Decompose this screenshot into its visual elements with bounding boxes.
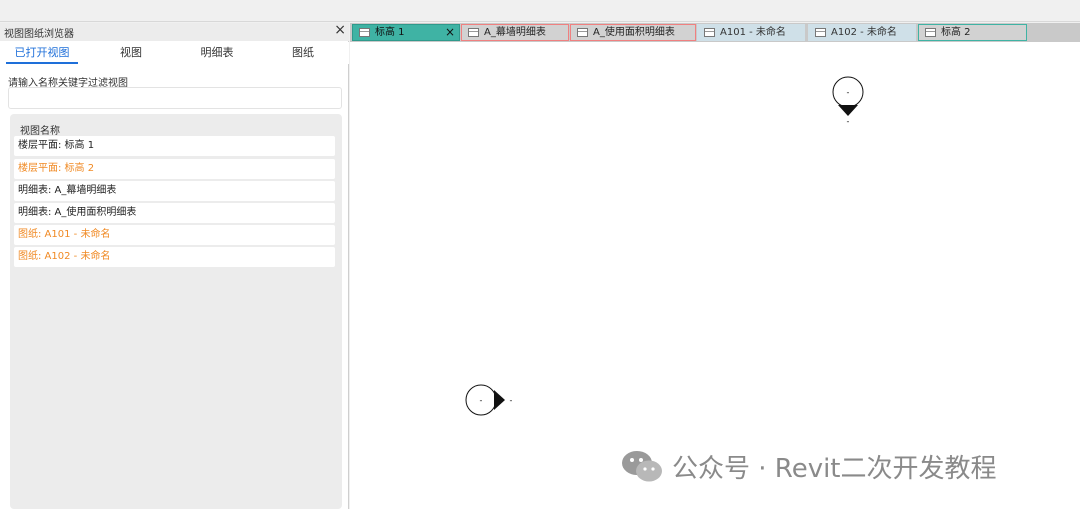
- schedule-icon: [577, 28, 588, 37]
- tab-views[interactable]: 视图: [89, 42, 173, 64]
- sheet-icon: [704, 28, 715, 37]
- tab-schedules[interactable]: 明细表: [175, 42, 259, 64]
- top-toolbar: [0, 0, 1080, 22]
- doc-tab-curtain-wall-schedule[interactable]: A_幕墙明细表: [461, 24, 569, 41]
- list-item[interactable]: 明细表: A_使用面积明细表: [14, 203, 335, 223]
- panel-tabs: 已打开视图 视图 明细表 图纸: [0, 42, 349, 64]
- view-sheet-browser-panel: 视图图纸浏览器 × 已打开视图 视图 明细表 图纸 请输入名称关键字过滤视图 视…: [0, 22, 349, 509]
- close-icon[interactable]: ×: [445, 25, 455, 40]
- wechat-icon: [622, 450, 662, 481]
- watermark: 公众号 · Revit二次开发教程: [620, 448, 997, 485]
- doc-tab-label: A_幕墙明细表: [484, 27, 546, 38]
- elevation-marker-top[interactable]: - -: [828, 74, 868, 126]
- svg-text:-: -: [847, 88, 850, 97]
- elevation-marker-left[interactable]: - -: [463, 382, 519, 420]
- list-item[interactable]: 图纸: A102 - 未命名: [14, 247, 335, 267]
- filter-input[interactable]: [8, 87, 342, 109]
- list-item[interactable]: 图纸: A101 - 未命名: [14, 225, 335, 245]
- doc-tab-sheet-a101[interactable]: A101 - 未命名: [697, 24, 805, 41]
- schedule-icon: [468, 28, 479, 37]
- doc-tab-level-1[interactable]: 标高 1 ×: [352, 24, 460, 41]
- sheet-icon: [815, 28, 826, 37]
- panel-title-bar: 视图图纸浏览器 ×: [0, 22, 349, 41]
- floor-plan-icon: [925, 28, 936, 37]
- tab-sheets[interactable]: 图纸: [261, 42, 345, 64]
- doc-tab-label: A102 - 未命名: [831, 27, 897, 38]
- doc-tab-sheet-a102[interactable]: A102 - 未命名: [808, 24, 916, 41]
- doc-tab-area-schedule[interactable]: A_使用面积明细表: [570, 24, 696, 41]
- document-tab-bar: 标高 1 × A_幕墙明细表 A_使用面积明细表 A101 - 未命名 A102…: [350, 23, 1080, 42]
- tab-open-views[interactable]: 已打开视图: [0, 42, 84, 64]
- close-icon[interactable]: ×: [334, 22, 346, 38]
- doc-tab-label: 标高 2: [941, 27, 971, 38]
- panel-title: 视图图纸浏览器: [4, 29, 74, 40]
- list-item[interactable]: 楼层平面: 标高 2: [14, 159, 335, 179]
- doc-tab-level-2[interactable]: 标高 2: [918, 24, 1027, 41]
- doc-tab-label: A_使用面积明细表: [593, 27, 675, 38]
- drawing-canvas[interactable]: - - - -: [350, 42, 1080, 509]
- svg-text:-: -: [847, 117, 850, 126]
- svg-text:-: -: [480, 396, 483, 405]
- svg-text:-: -: [510, 396, 513, 405]
- list-item[interactable]: 楼层平面: 标高 1: [14, 136, 335, 156]
- view-list: 视图名称 楼层平面: 标高 1 楼层平面: 标高 2 明细表: A_幕墙明细表 …: [10, 114, 342, 509]
- doc-tab-label: A101 - 未命名: [720, 27, 786, 38]
- floor-plan-icon: [359, 28, 370, 37]
- doc-tab-label: 标高 1: [375, 27, 405, 38]
- list-item[interactable]: 明细表: A_幕墙明细表: [14, 181, 335, 201]
- watermark-text: 公众号 · Revit二次开发教程: [672, 454, 997, 484]
- list-header: 视图名称: [20, 126, 60, 137]
